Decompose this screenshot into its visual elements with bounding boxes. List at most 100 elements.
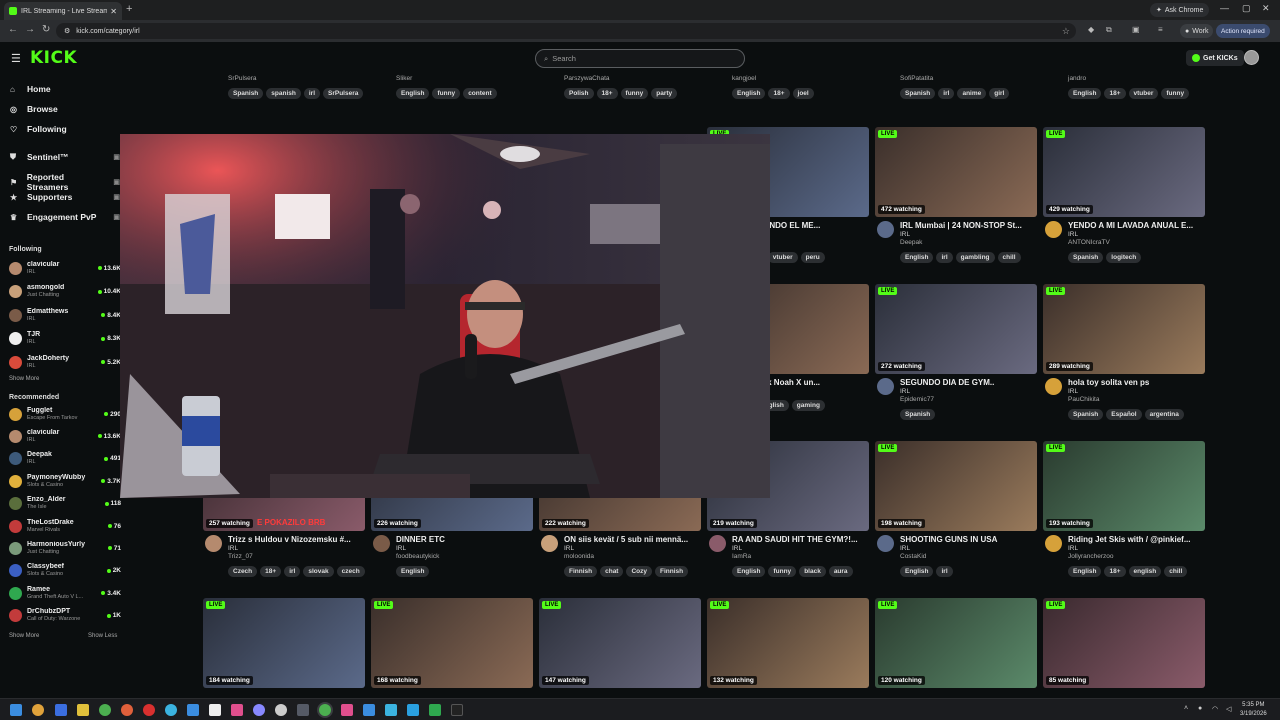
puzzle-icon[interactable]: ⧉ <box>1106 25 1112 35</box>
tag[interactable]: english <box>1128 566 1162 577</box>
sidebar-item-engagement-pvp[interactable]: ♛ Engagement PvP ▣ <box>10 212 120 222</box>
stream-thumbnail[interactable]: LIVE 184 watching <box>203 598 365 688</box>
stream-thumbnail[interactable]: LIVE 272 watching <box>875 284 1037 374</box>
tag[interactable]: black <box>799 566 826 577</box>
stream-card[interactable]: LIVE 85 watching <box>1043 598 1205 688</box>
streamer-name[interactable]: IamRa <box>732 553 869 561</box>
stream-card[interactable]: LIVE 272 watching SEGUNDO DIA DE GYM.. IRL E… <box>875 284 1037 420</box>
taskbar-clock[interactable]: 5:35 PM 3/19/2026 <box>1240 701 1267 719</box>
tag[interactable]: vtuber <box>1128 88 1159 99</box>
tag[interactable]: English <box>396 566 430 577</box>
profile-button[interactable]: ● Work <box>1180 24 1214 38</box>
tag[interactable]: gaming <box>791 400 825 411</box>
tag[interactable]: English <box>732 566 766 577</box>
tag[interactable]: irl <box>938 88 955 99</box>
volume-icon[interactable]: ◁ <box>1226 705 1231 713</box>
tag[interactable]: vtuber <box>767 252 798 263</box>
streamer-name[interactable]: Jollyrancherzoo <box>1068 553 1205 561</box>
streamer-name[interactable]: CostaKid <box>900 553 1037 561</box>
stream-title[interactable]: Riding Jet Skis with / @pinkief... <box>1068 535 1205 545</box>
stream-title[interactable]: Trizz s Huldou v Nizozemsku #... <box>228 535 365 545</box>
show-less-link[interactable]: Show Less <box>88 633 117 639</box>
stream-card[interactable]: LIVE 132 watching <box>707 598 869 688</box>
tag[interactable]: Spanish <box>900 409 936 420</box>
app-icon[interactable] <box>385 704 397 716</box>
minimize-icon[interactable]: — <box>1220 3 1229 13</box>
stream-category[interactable]: IRL <box>564 545 701 553</box>
tag[interactable]: irl <box>936 566 953 577</box>
stream-thumbnail[interactable]: LIVE 168 watching <box>371 598 533 688</box>
tag[interactable]: funny <box>768 566 797 577</box>
close-tab-icon[interactable]: ✕ <box>110 7 117 16</box>
streamer-avatar[interactable] <box>877 535 894 552</box>
tag[interactable]: anime <box>957 88 987 99</box>
edge-icon[interactable] <box>165 704 177 716</box>
sidebar-item-supporters[interactable]: ★ Supporters ▣ <box>10 192 120 202</box>
stream-card[interactable]: LIVE 289 watching hola toy solita ven ps IR… <box>1043 284 1205 420</box>
stream-card[interactable]: LIVE 472 watching IRL Mumbai | 24 NON-STOP… <box>875 127 1037 263</box>
stream-title[interactable]: SEGUNDO DIA DE GYM.. <box>900 378 1037 388</box>
app-icon[interactable] <box>231 704 243 716</box>
tag[interactable]: Polish <box>564 88 594 99</box>
maximize-icon[interactable]: ▢ <box>1242 3 1251 14</box>
stream-title[interactable]: RA AND SAUDI HIT THE GYM?!... <box>732 535 869 545</box>
tag[interactable]: English <box>396 88 430 99</box>
media-icon[interactable]: ≡ <box>1158 25 1163 34</box>
streamer-avatar[interactable] <box>1045 535 1062 552</box>
tag[interactable]: czech <box>336 566 365 577</box>
app-icon[interactable] <box>253 704 265 716</box>
get-kicks-button[interactable]: Get KICKs <box>1186 50 1244 66</box>
stream-category[interactable]: IRL <box>1068 545 1205 553</box>
streamer-avatar[interactable] <box>1045 378 1062 395</box>
streamer-avatar[interactable] <box>541 535 558 552</box>
streamer-avatar[interactable] <box>877 221 894 238</box>
tag[interactable]: English <box>900 566 934 577</box>
streamer-name[interactable]: foodbeautykick <box>396 553 533 561</box>
user-avatar[interactable] <box>1244 50 1259 65</box>
sidebar-channel-recommended[interactable]: Deepak IRL 491 <box>9 449 121 469</box>
reload-icon[interactable]: ↻ <box>42 24 50 35</box>
streamer-name[interactable]: SofiPatatita <box>900 75 1037 83</box>
stream-category[interactable]: IRL <box>732 545 869 553</box>
streamer-name[interactable]: SrPulsera <box>228 75 365 83</box>
opera-icon[interactable] <box>143 704 155 716</box>
sidebar-channel-following[interactable]: JackDoherty IRL 5.2K <box>9 352 121 372</box>
stream-category[interactable]: IRL <box>228 545 365 553</box>
stream-title[interactable]: hola toy solita ven ps <box>1068 378 1205 388</box>
tag[interactable]: joel <box>792 88 814 99</box>
tag[interactable]: content <box>463 88 497 99</box>
stream-card[interactable]: LIVE 184 watching <box>203 598 365 688</box>
streamer-name[interactable]: PauChikita <box>1068 396 1205 404</box>
streamer-name[interactable]: kangjoel <box>732 75 869 83</box>
tag[interactable]: peru <box>800 252 825 263</box>
sidebar-channel-following[interactable]: clavicular IRL 13.6K <box>9 258 121 278</box>
tag[interactable]: irl <box>284 566 301 577</box>
stream-category[interactable]: IRL <box>900 388 1037 396</box>
sidebar-channel-recommended[interactable]: Ramee Grand Theft Auto V L... 3.4K <box>9 583 121 603</box>
tag[interactable]: 18+ <box>596 88 618 99</box>
tab-search-icon[interactable]: ▣ <box>1132 25 1140 34</box>
address-bar[interactable]: ⚙ kick.com/category/irl ☆ <box>56 23 1076 39</box>
tag[interactable]: logitech <box>1106 252 1142 263</box>
tag[interactable]: argentina <box>1144 409 1184 420</box>
tag[interactable]: aura <box>828 566 853 577</box>
app-icon[interactable] <box>363 704 375 716</box>
stream-thumbnail[interactable]: LIVE 132 watching <box>707 598 869 688</box>
stream-thumbnail[interactable]: LIVE 429 watching <box>1043 127 1205 217</box>
streamer-avatar[interactable] <box>373 535 390 552</box>
streamer-name[interactable]: Trizz_07 <box>228 553 365 561</box>
sidebar-channel-recommended[interactable]: HarmoniousYurly Just Chatting 71 <box>9 538 121 558</box>
stream-thumbnail[interactable]: LIVE 120 watching <box>875 598 1037 688</box>
tag[interactable]: party <box>651 88 678 99</box>
tag[interactable]: funny <box>1161 88 1190 99</box>
mic-icon[interactable]: ● <box>1198 705 1202 712</box>
tag[interactable]: spanish <box>266 88 301 99</box>
app-icon[interactable] <box>429 704 441 716</box>
stream-card[interactable]: IRLjandroEnglish18+vtuberfunny <box>1043 74 1205 99</box>
app-icon[interactable] <box>341 704 353 716</box>
sidebar-channel-recommended[interactable]: Enzo_Alder The Isle 118 <box>9 494 121 514</box>
streamer-name[interactable]: Deepak <box>900 239 1037 247</box>
stream-card[interactable]: IRLSrPulseraSpanishspanishirlSrPulsera <box>203 74 365 99</box>
stream-card[interactable]: LIVE 168 watching <box>371 598 533 688</box>
sidebar-channel-recommended[interactable]: DrChubzDPT Call of Duty: Warzone 1K <box>9 606 121 626</box>
